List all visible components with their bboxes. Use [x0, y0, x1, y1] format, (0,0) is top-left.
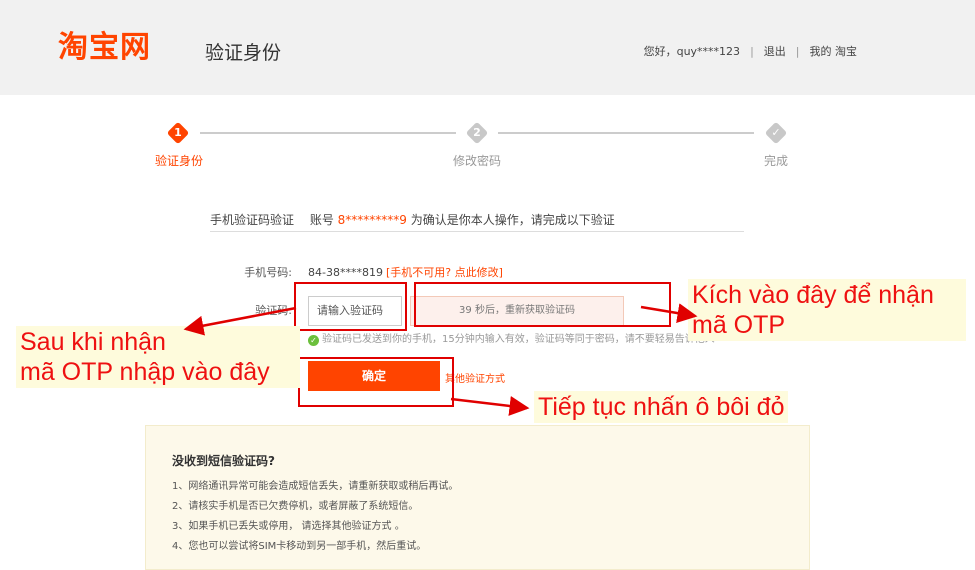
annotation-arrows [183, 303, 698, 416]
arrow-to-confirm-annotation [450, 396, 530, 416]
arrow-to-resend-annotation [640, 303, 698, 323]
arrow-to-otp-annotation [183, 306, 297, 336]
